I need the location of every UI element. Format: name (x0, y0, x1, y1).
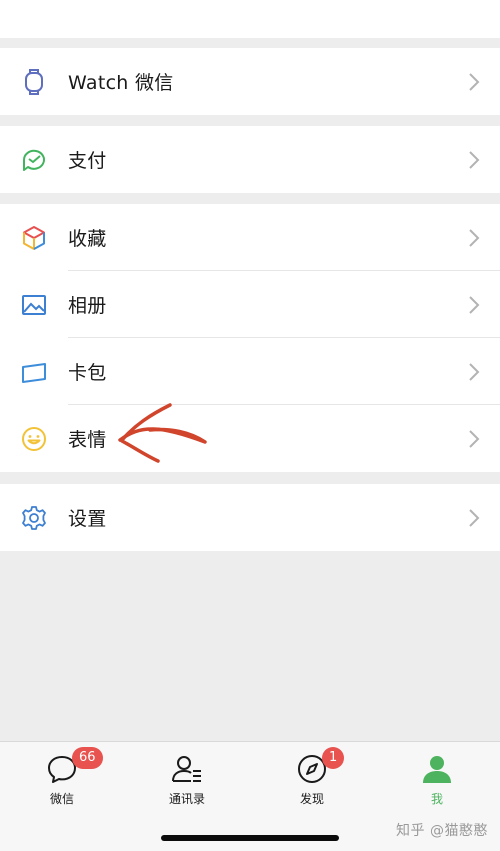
person-icon (423, 756, 451, 783)
tab-label: 发现 (299, 792, 324, 806)
menu-item-label: 相册 (68, 295, 107, 317)
menu-item-settings[interactable]: 设置 (0, 484, 500, 551)
menu-item-label: 设置 (68, 508, 107, 530)
chevron-right-icon (468, 150, 480, 170)
chevron-right-icon (468, 295, 480, 315)
tab-me[interactable]: 我 (397, 752, 477, 812)
tab-label: 微信 (49, 792, 74, 806)
menu-item-favorites[interactable]: 收藏 (0, 204, 500, 271)
menu-item-label: 表情 (68, 429, 107, 451)
chevron-right-icon (468, 429, 480, 449)
chevron-right-icon (468, 508, 480, 528)
menu-item-stickers[interactable]: 表情 (0, 405, 500, 472)
menu-item-cards[interactable]: 卡包 (0, 338, 500, 405)
wallet-icon (20, 146, 48, 174)
tab-label: 通讯录 (168, 792, 205, 806)
group-settings: 设置 (0, 484, 500, 551)
menu-item-label: Watch 微信 (68, 72, 174, 94)
menu-item-label: 支付 (68, 150, 107, 172)
contacts-icon (172, 756, 201, 782)
chevron-right-icon (468, 72, 480, 92)
group-content: 收藏 相册 卡包 表情 (0, 204, 500, 472)
menu-item-watch[interactable]: Watch 微信 (0, 48, 500, 115)
chevron-right-icon (468, 228, 480, 248)
menu-item-pay[interactable]: 支付 (0, 126, 500, 193)
card-icon (20, 358, 48, 386)
menu-item-label: 收藏 (68, 228, 107, 250)
tab-contacts[interactable]: 通讯录 (147, 752, 227, 812)
tab-label: 我 (430, 792, 443, 806)
gear-icon (20, 504, 48, 532)
unread-badge: 66 (72, 747, 103, 769)
group-pay: 支付 (0, 126, 500, 193)
menu-item-label: 卡包 (68, 362, 107, 384)
top-strip (0, 0, 500, 38)
home-indicator[interactable] (161, 835, 339, 841)
chevron-right-icon (468, 362, 480, 382)
watermark: 知乎 @猫憨憨 (396, 823, 488, 839)
menu-item-album[interactable]: 相册 (0, 271, 500, 338)
watch-icon (20, 68, 48, 96)
image-icon (20, 291, 48, 319)
smile-icon (20, 425, 48, 453)
cube-icon (20, 224, 48, 252)
group-watch: Watch 微信 (0, 48, 500, 115)
